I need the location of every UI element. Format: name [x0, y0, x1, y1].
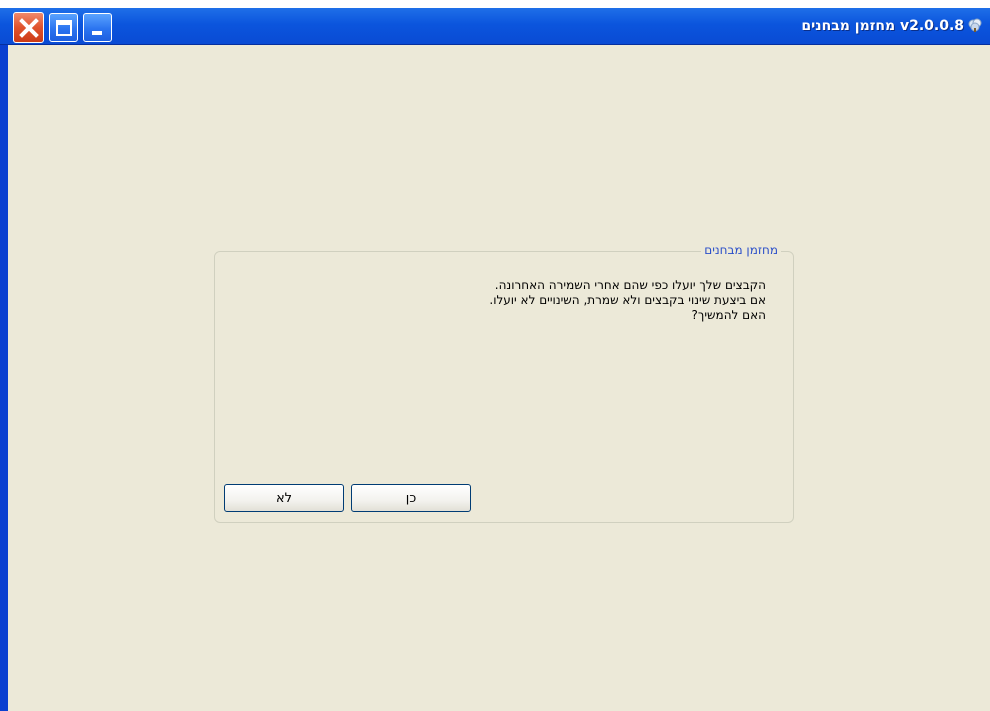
maximize-icon	[55, 19, 72, 36]
close-icon	[18, 17, 39, 38]
minimize-icon	[92, 31, 102, 35]
window-title: v2.0.0.8 מחזמן מבחנים	[801, 18, 964, 34]
minimize-button[interactable]	[83, 13, 112, 42]
no-button[interactable]: לא	[224, 484, 344, 512]
close-button[interactable]	[13, 12, 44, 43]
app-icon	[968, 18, 982, 32]
yes-button[interactable]: כן	[351, 484, 471, 512]
maximize-button[interactable]	[49, 13, 78, 42]
confirmation-message: הקבצים שלך יועלו כפי שהם אחרי השמירה האח…	[489, 278, 766, 323]
app-window: v2.0.0.8 מחזמן מבחנים מחזמן מבחנים הקבצי…	[0, 0, 990, 711]
title-bar[interactable]: v2.0.0.8 מחזמן מבחנים	[0, 0, 990, 45]
confirmation-group: מחזמן מבחנים הקבצים שלך יועלו כפי שהם אח…	[214, 243, 794, 523]
message-line: האם להמשיך?	[691, 308, 766, 322]
message-line: אם ביצעת שינוי בקבצים ולא שמרת, השינויים…	[489, 293, 766, 307]
message-line: הקבצים שלך יועלו כפי שהם אחרי השמירה האח…	[494, 278, 766, 292]
group-title: מחזמן מבחנים	[701, 243, 781, 257]
client-area: מחזמן מבחנים הקבצים שלך יועלו כפי שהם אח…	[8, 45, 990, 711]
title-bar-top-edge	[0, 0, 990, 8]
